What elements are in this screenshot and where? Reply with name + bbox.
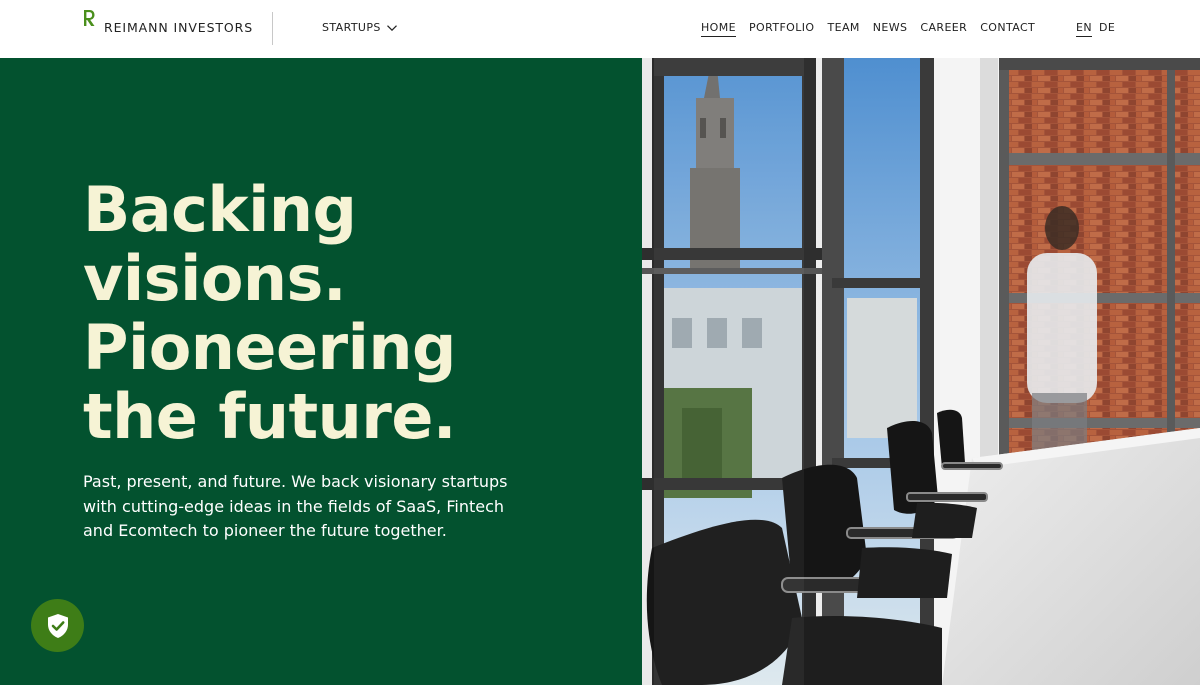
nav-portfolio[interactable]: PORTFOLIO — [749, 21, 814, 37]
nav-career[interactable]: CAREER — [920, 21, 967, 37]
header-divider — [272, 12, 273, 45]
lang-de[interactable]: DE — [1099, 21, 1115, 37]
startups-dropdown[interactable]: STARTUPS — [322, 21, 397, 34]
hero-title-line: Backing — [83, 173, 357, 246]
nav-team[interactable]: TEAM — [827, 21, 859, 37]
chevron-down-icon — [386, 24, 397, 31]
hero-photo — [642, 58, 1200, 685]
logo-text: REIMANN INVESTORS — [104, 20, 254, 35]
nav-contact[interactable]: CONTACT — [980, 21, 1035, 37]
nav-home[interactable]: HOME — [701, 21, 736, 37]
lang-en[interactable]: EN — [1076, 21, 1092, 37]
language-switcher: EN DE — [1076, 21, 1115, 37]
site-header: REIMANN INVESTORS STARTUPS HOME PORTFOLI… — [0, 0, 1200, 58]
hero-title-line: Pioneering — [83, 311, 456, 384]
startups-label: STARTUPS — [322, 21, 381, 34]
office-meeting-room-image — [642, 58, 1200, 685]
shield-check-icon — [47, 613, 68, 638]
reimann-r-logo-icon — [84, 10, 95, 26]
privacy-badge-button[interactable] — [31, 599, 84, 652]
hero-title: Backing visions. Pioneering the future. — [83, 175, 623, 451]
hero-title-line: visions. — [83, 242, 347, 315]
hero-description: Past, present, and future. We back visio… — [83, 472, 508, 540]
nav-news[interactable]: NEWS — [873, 21, 908, 37]
hero-title-line: the future. — [83, 380, 456, 453]
hero-panel: Backing visions. Pioneering the future. … — [0, 58, 642, 685]
main-nav: HOME PORTFOLIO TEAM NEWS CAREER CONTACT — [701, 21, 1048, 37]
